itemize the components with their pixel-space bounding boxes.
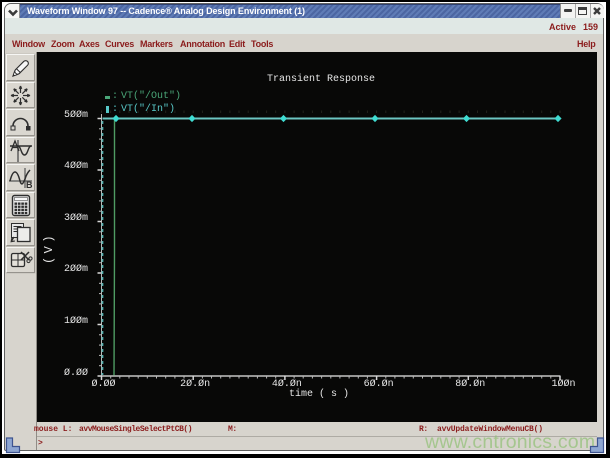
svg-text:B: B [26,180,33,190]
